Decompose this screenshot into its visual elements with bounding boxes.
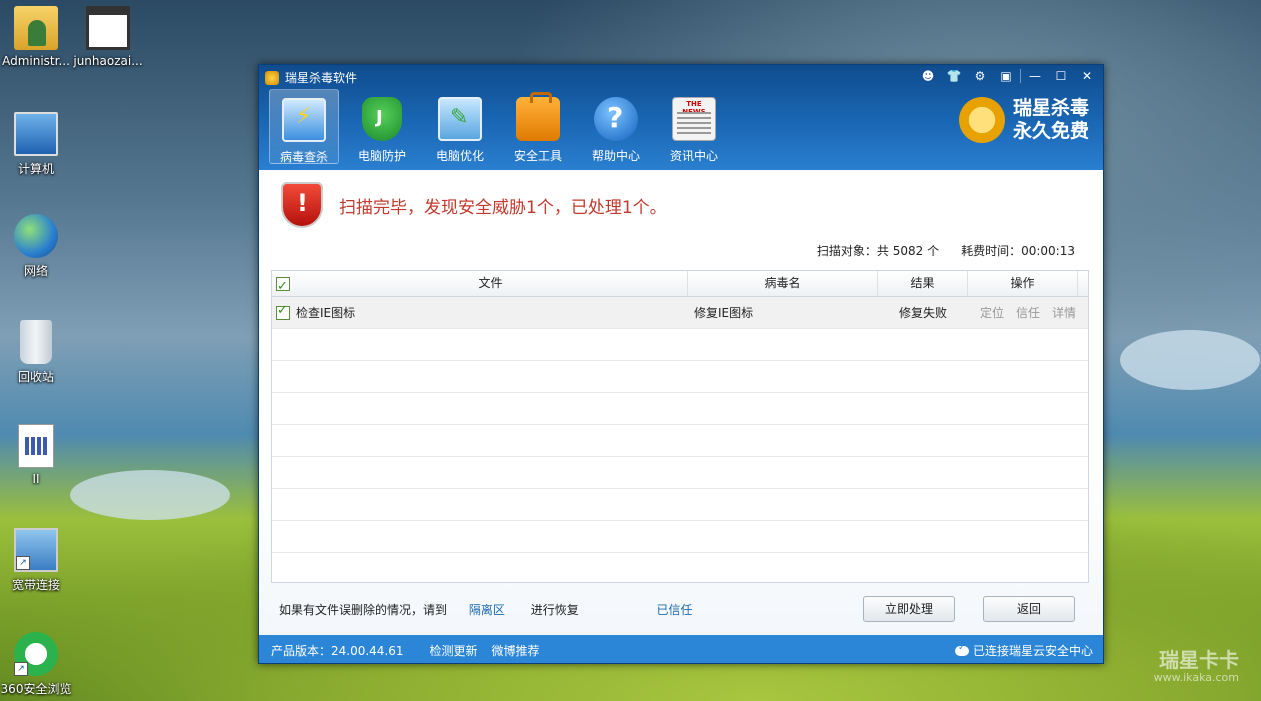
window-controls: ☻ 👕 ⚙ ▣ — ☐ ✕ (916, 67, 1099, 85)
wallpaper-cloud (1120, 330, 1260, 390)
desktop-icon-recycle-bin[interactable]: 回收站 (0, 320, 72, 385)
nav-security-tools[interactable]: 安全工具 (503, 89, 573, 164)
process-now-button[interactable]: 立即处理 (863, 596, 955, 622)
lion-logo-icon (958, 97, 1005, 143)
column-virus-name: 病毒名 (688, 271, 878, 296)
scan-stats: 扫描对象：共 5082 个 耗费时间：00:00:13 (817, 242, 1075, 259)
table-row-empty (272, 489, 1088, 521)
skin-icon[interactable]: 👕 (942, 67, 966, 85)
shortcut-arrow-icon: ↗ (14, 662, 28, 676)
user-icon[interactable]: ☻ (916, 67, 940, 85)
action-bar: 如果有文件误删除的情况，请到 隔离区 进行恢复 已信任 立即处理 返回 (259, 581, 1103, 633)
desktop-icon-network[interactable]: 网络 (0, 214, 72, 279)
site-watermark: 瑞星卡卡 www.ikaka.com (1153, 648, 1239, 684)
nav-optimize[interactable]: 电脑优化 (425, 89, 495, 164)
shield-icon (362, 97, 402, 141)
wallpaper-cloud (70, 470, 230, 520)
antivirus-window: 瑞星杀毒软件 ☻ 👕 ⚙ ▣ — ☐ ✕ 病毒查杀 电脑防护 电脑优化 (258, 64, 1104, 664)
user-folder-icon (14, 6, 58, 50)
desktop-icon-junhaozai[interactable]: junhaozai... (72, 6, 144, 68)
optimize-icon (438, 97, 482, 141)
desktop-icon-administrator[interactable]: Administr... (0, 6, 72, 68)
360-browser-icon: ↗ (14, 632, 58, 676)
locate-link[interactable]: 定位 (980, 304, 1004, 321)
table-row-empty (272, 457, 1088, 489)
maximize-icon[interactable]: ☐ (1049, 67, 1073, 85)
row-checkbox[interactable] (276, 303, 290, 320)
trusted-link[interactable]: 已信任 (657, 603, 693, 617)
details-link[interactable]: 详情 (1052, 304, 1076, 321)
desktop-icon-ii[interactable]: II (0, 424, 72, 486)
scan-object-count: 扫描对象：共 5082 个 (816, 244, 940, 258)
status-bar: 产品版本：24.00.44.61 检测更新 微博推荐 已连接瑞星云安全中心 (259, 635, 1103, 663)
scan-result-header: 扫描完毕，发现安全威胁1个，已处理1个。 (281, 182, 667, 228)
weibo-link[interactable]: 微博推荐 (492, 642, 540, 659)
desktop-icon-broadband[interactable]: ↗ 宽带连接 (0, 528, 72, 593)
table-row[interactable]: 检查IE图标 修复IE图标 修复失败 定位 信任 详情 (272, 297, 1088, 329)
nav-news-center[interactable]: 资讯中心 (659, 89, 729, 164)
column-action: 操作 (968, 271, 1078, 296)
shortcut-arrow-icon: ↗ (16, 556, 30, 570)
toolbox-icon (516, 92, 560, 141)
table-header: 文件 病毒名 结果 操作 (272, 271, 1088, 299)
table-row-empty (272, 393, 1088, 425)
network-icon (14, 214, 58, 258)
app-logo-icon (265, 70, 279, 85)
close-icon[interactable]: ✕ (1075, 67, 1099, 85)
desktop-icon-360-browser[interactable]: ↗ 360安全浏览 (0, 632, 72, 697)
column-file: 文件 (294, 271, 688, 296)
row-file-cell: 检查IE图标 (272, 303, 688, 321)
settings-icon[interactable]: ⚙ (968, 67, 992, 85)
table-row-empty (272, 361, 1088, 393)
row-actions: 定位 信任 详情 (968, 304, 1088, 321)
desktop-icon-computer[interactable]: 计算机 (0, 112, 72, 177)
nav-virus-scan[interactable]: 病毒查杀 (269, 89, 339, 164)
window-icon (86, 6, 130, 50)
column-result: 结果 (878, 271, 968, 296)
virus-scan-icon (282, 98, 326, 142)
nav-help-center[interactable]: 帮助中心 (581, 89, 651, 164)
nav-protection[interactable]: 电脑防护 (347, 89, 417, 164)
minimize-icon[interactable]: — (1023, 67, 1047, 85)
table-row-empty (272, 425, 1088, 457)
threat-table: 文件 病毒名 结果 操作 检查IE图标 修复IE图标 修复失败 定位 信任 详情 (271, 270, 1089, 583)
status-left: 产品版本：24.00.44.61 检测更新 微博推荐 (271, 642, 540, 659)
table-row-empty (272, 329, 1088, 361)
broadband-connection-icon: ↗ (14, 528, 58, 572)
check-update-link[interactable]: 检测更新 (430, 642, 478, 659)
brand-slogan: 瑞星杀毒 永久免费 (1012, 97, 1089, 142)
cloud-status[interactable]: 已连接瑞星云安全中心 (954, 642, 1093, 659)
document-icon (18, 424, 54, 468)
row-result-cell: 修复失败 (898, 306, 947, 320)
back-button[interactable]: 返回 (983, 596, 1075, 622)
window-titlebar: 瑞星杀毒软件 ☻ 👕 ⚙ ▣ — ☐ ✕ 病毒查杀 电脑防护 电脑优化 (259, 65, 1103, 170)
table-row-empty (272, 553, 1088, 584)
trust-link[interactable]: 信任 (1016, 304, 1040, 321)
computer-icon (14, 112, 58, 156)
menu-icon[interactable]: ▣ (994, 67, 1018, 85)
window-title: 瑞星杀毒软件 (265, 69, 357, 86)
news-icon (672, 97, 716, 141)
warning-shield-icon (281, 182, 323, 228)
scan-result-message: 扫描完毕，发现安全威胁1个，已处理1个。 (339, 197, 667, 218)
quarantine-link[interactable]: 隔离区 (469, 603, 505, 617)
restore-hint: 如果有文件误删除的情况，请到 隔离区 进行恢复 已信任 (279, 603, 693, 617)
product-version: 产品版本：24.00.44.61 (271, 644, 404, 658)
table-row-empty (272, 521, 1088, 553)
brand-logo: 瑞星杀毒 永久免费 (958, 97, 1089, 143)
scan-result-panel: 扫描完毕，发现安全威胁1个，已处理1个。 扫描对象：共 5082 个 耗费时间：… (259, 170, 1103, 635)
row-virus-cell: 修复IE图标 (694, 306, 754, 320)
select-all-checkbox[interactable] (272, 271, 294, 299)
main-nav: 病毒查杀 电脑防护 电脑优化 安全工具 帮助中心 资讯中心 (269, 89, 737, 164)
recycle-bin-icon (20, 320, 52, 364)
cloud-check-icon (954, 643, 969, 656)
control-divider (1020, 69, 1021, 83)
scan-elapsed-time: 耗费时间：00:00:13 (961, 244, 1075, 258)
help-icon (594, 97, 638, 141)
